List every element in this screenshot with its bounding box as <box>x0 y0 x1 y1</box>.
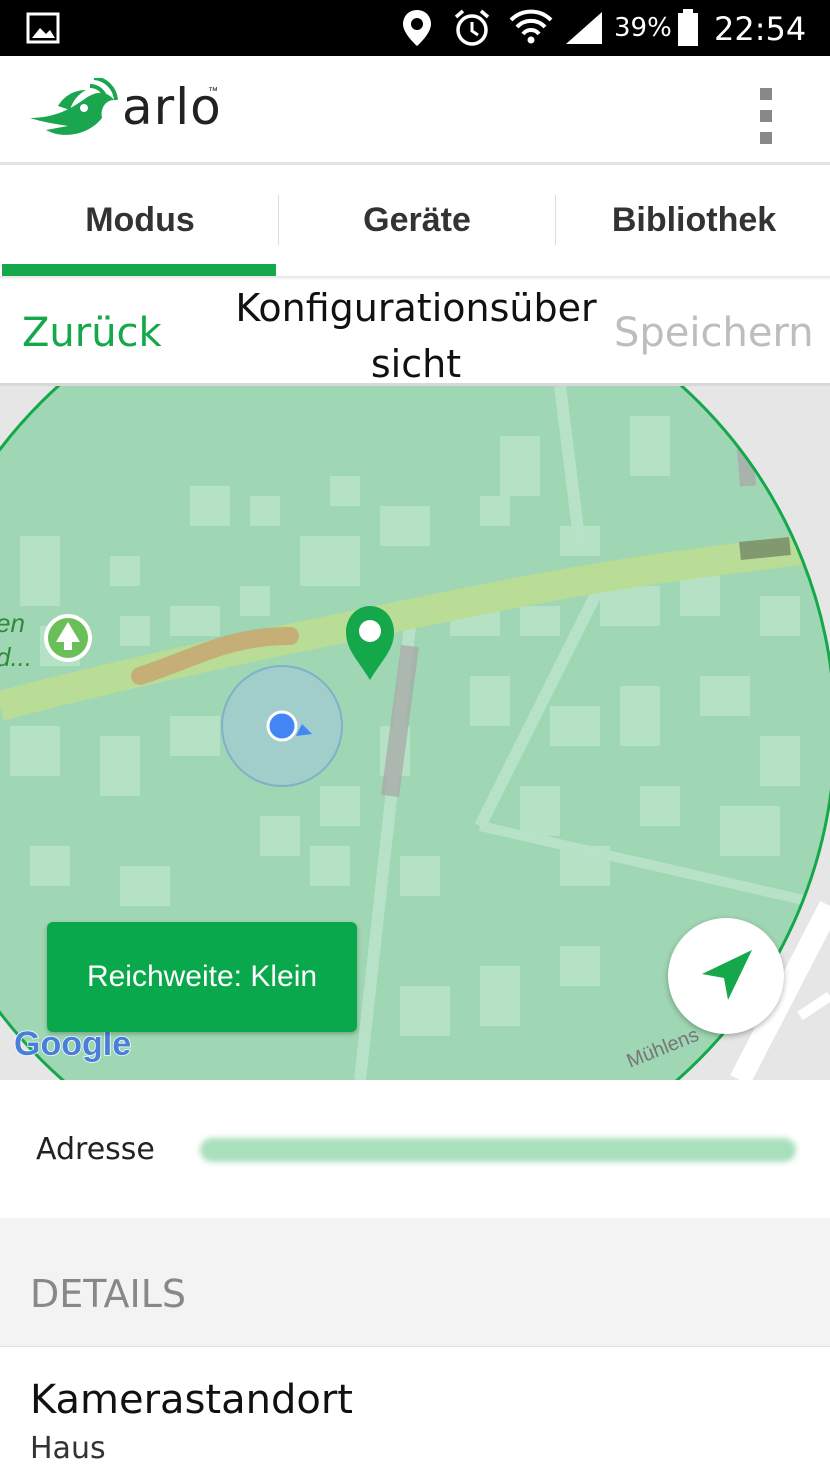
my-location-button[interactable] <box>668 918 784 1034</box>
alarm-icon <box>454 9 490 46</box>
details-section-header: DETAILS <box>0 1218 830 1347</box>
redacted-address <box>200 1138 796 1162</box>
poi-label: en <box>0 608 25 638</box>
traffic-segment <box>739 537 791 560</box>
camera-location-item[interactable]: Kamerastandort Haus <box>0 1347 830 1474</box>
save-button[interactable]: Speichern <box>614 310 814 356</box>
active-tab-indicator <box>2 264 276 276</box>
poi-label: d... <box>0 642 32 672</box>
signal-icon <box>566 12 602 44</box>
gallery-icon <box>26 12 60 44</box>
battery-percent: 39% <box>614 13 672 43</box>
arlo-logo-icon <box>30 78 118 135</box>
battery-icon <box>678 9 698 46</box>
camera-location-value: Haus <box>30 1431 106 1466</box>
app-bar: arlo ™ <box>0 56 830 165</box>
tab-label: Bibliothek <box>611 200 777 239</box>
range-button-label: Reichweite: Klein <box>86 960 318 993</box>
tab-label: Geräte <box>363 200 471 239</box>
status-bar: 39% 22:54 <box>0 0 830 56</box>
more-vert-icon[interactable] <box>754 86 780 146</box>
current-location-dot <box>266 710 298 742</box>
arlo-wordmark: arlo <box>122 78 222 136</box>
tab-bibliothek[interactable]: Bibliothek <box>556 165 830 275</box>
tab-modus[interactable]: Modus <box>2 165 278 275</box>
camera-location-title: Kamerastandort <box>30 1377 353 1423</box>
poi-park[interactable] <box>44 614 92 662</box>
wifi-icon <box>509 9 553 44</box>
tab-label: Modus <box>85 200 195 239</box>
address-label: Adresse <box>36 1132 155 1167</box>
tab-bar: Modus Geräte Bibliothek <box>0 165 830 275</box>
trademark: ™ <box>208 86 218 97</box>
range-button[interactable]: Reichweite: Klein <box>47 922 357 1032</box>
nav-bar: Zurück Konfigurationsübersicht Speichern <box>0 280 830 386</box>
clock: 22:54 <box>714 10 807 48</box>
tab-geraete[interactable]: Geräte <box>279 165 555 275</box>
page-title: Konfigurationsübersicht <box>235 286 597 386</box>
navigation-arrow-icon <box>702 950 752 1000</box>
back-button[interactable]: Zurück <box>22 310 162 356</box>
details-title: DETAILS <box>30 1272 187 1316</box>
location-icon <box>403 10 431 46</box>
address-row[interactable]: Adresse <box>0 1080 830 1218</box>
